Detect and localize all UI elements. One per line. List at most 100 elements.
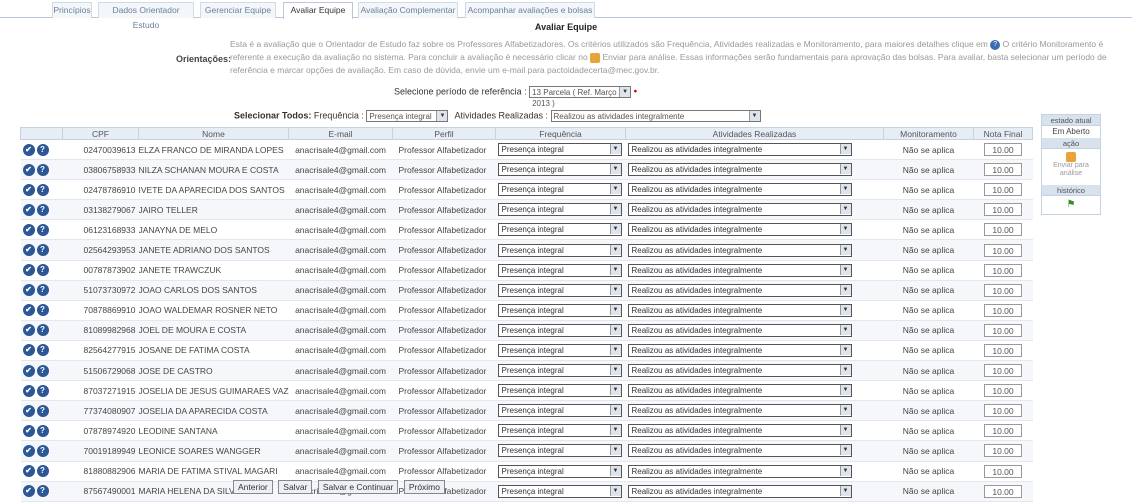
- frequencia-select[interactable]: Presença integral ▼: [497, 364, 622, 378]
- check-icon[interactable]: ✔: [22, 264, 35, 277]
- nota-field[interactable]: 10.00: [984, 283, 1022, 297]
- help-icon[interactable]: ?: [36, 264, 49, 277]
- check-icon[interactable]: ✔: [22, 344, 35, 357]
- help-icon[interactable]: ?: [36, 485, 49, 498]
- atividades-select[interactable]: Realizou as atividades integralmente ▼: [627, 203, 852, 217]
- frequencia-select[interactable]: Presença integral ▼: [497, 343, 622, 357]
- nota-field[interactable]: 10.00: [984, 444, 1022, 458]
- atividades-all-select[interactable]: Realizou as atividades integralmente ▼: [550, 110, 761, 122]
- tab-gerenciar-equipe[interactable]: Gerenciar Equipe: [200, 2, 276, 18]
- frequencia-select[interactable]: Presença integral ▼: [497, 263, 622, 277]
- frequencia-select[interactable]: Presença integral ▼: [497, 323, 622, 337]
- help-icon[interactable]: ?: [36, 284, 49, 297]
- help-icon[interactable]: ?: [36, 223, 49, 236]
- help-icon[interactable]: ?: [36, 143, 49, 156]
- help-icon[interactable]: ?: [36, 304, 49, 317]
- salvar-button[interactable]: Salvar: [278, 480, 313, 494]
- periodo-select[interactable]: 13 Parcela ( Ref. Março / 2013 ) ▼: [529, 86, 632, 108]
- help-icon[interactable]: ?: [36, 404, 49, 417]
- frequencia-select[interactable]: Presença integral ▼: [497, 464, 622, 478]
- atividades-select[interactable]: Realizou as atividades integralmente ▼: [627, 384, 852, 398]
- frequencia-select[interactable]: Presença integral ▼: [497, 424, 622, 438]
- help-icon[interactable]: ?: [36, 203, 49, 216]
- check-icon[interactable]: ✔: [22, 324, 35, 337]
- frequencia-select[interactable]: Presença integral ▼: [497, 203, 622, 217]
- nota-field[interactable]: 10.00: [984, 183, 1022, 197]
- tab-avaliar-equipe[interactable]: Avaliar Equipe: [283, 2, 353, 19]
- nota-field[interactable]: 10.00: [984, 464, 1022, 478]
- check-icon[interactable]: ✔: [22, 143, 35, 156]
- frequencia-select[interactable]: Presença integral ▼: [497, 143, 622, 157]
- nota-field[interactable]: 10.00: [984, 303, 1022, 317]
- frequencia-select[interactable]: Presença integral ▼: [497, 223, 622, 237]
- atividades-select[interactable]: Realizou as atividades integralmente ▼: [627, 163, 852, 177]
- frequencia-select[interactable]: Presença integral ▼: [497, 384, 622, 398]
- atividades-select[interactable]: Realizou as atividades integralmente ▼: [627, 323, 852, 337]
- tab-acompanhar-avaliacoes[interactable]: Acompanhar avaliações e bolsas: [465, 2, 595, 18]
- tab-dados-orientador[interactable]: Dados Orientador Estudo: [98, 2, 194, 30]
- atividades-select[interactable]: Realizou as atividades integralmente ▼: [627, 343, 852, 357]
- check-icon[interactable]: ✔: [22, 485, 35, 498]
- nota-field[interactable]: 10.00: [984, 163, 1022, 177]
- atividades-select[interactable]: Realizou as atividades integralmente ▼: [627, 444, 852, 458]
- salvar-continuar-button[interactable]: Salvar e Continuar: [317, 480, 399, 494]
- check-icon[interactable]: ✔: [22, 304, 35, 317]
- check-icon[interactable]: ✔: [22, 364, 35, 377]
- anterior-button[interactable]: Anterior: [233, 480, 273, 494]
- help-icon[interactable]: ?: [36, 163, 49, 176]
- atividades-select[interactable]: Realizou as atividades integralmente ▼: [627, 424, 852, 438]
- frequencia-select[interactable]: Presença integral ▼: [497, 404, 622, 418]
- help-icon[interactable]: ?: [36, 183, 49, 196]
- atividades-select[interactable]: Realizou as atividades integralmente ▼: [627, 303, 852, 317]
- frequencia-select[interactable]: Presença integral ▼: [497, 243, 622, 257]
- atividades-select[interactable]: Realizou as atividades integralmente ▼: [627, 243, 852, 257]
- proximo-button[interactable]: Próximo: [403, 480, 445, 494]
- enviar-analise-button[interactable]: Enviar para análise: [1042, 149, 1100, 185]
- atividades-select[interactable]: Realizou as atividades integralmente ▼: [627, 283, 852, 297]
- tab-principios[interactable]: Princípios: [52, 2, 92, 18]
- atividades-select[interactable]: Realizou as atividades integralmente ▼: [627, 263, 852, 277]
- nota-field[interactable]: 10.00: [984, 384, 1022, 398]
- help-icon[interactable]: ?: [36, 384, 49, 397]
- help-icon[interactable]: ?: [36, 324, 49, 337]
- check-icon[interactable]: ✔: [22, 465, 35, 478]
- check-icon[interactable]: ✔: [22, 163, 35, 176]
- help-icon[interactable]: ?: [36, 344, 49, 357]
- check-icon[interactable]: ✔: [22, 244, 35, 257]
- check-icon[interactable]: ✔: [22, 284, 35, 297]
- frequencia-select[interactable]: Presença integral ▼: [497, 183, 622, 197]
- help-icon[interactable]: ?: [36, 424, 49, 437]
- atividades-select[interactable]: Realizou as atividades integralmente ▼: [627, 404, 852, 418]
- atividades-select[interactable]: Realizou as atividades integralmente ▼: [627, 364, 852, 378]
- check-icon[interactable]: ✔: [22, 444, 35, 457]
- history-flag-icon[interactable]: ⚑: [1042, 196, 1100, 214]
- help-icon[interactable]: ?: [36, 364, 49, 377]
- check-icon[interactable]: ✔: [22, 183, 35, 196]
- nota-field[interactable]: 10.00: [984, 203, 1022, 217]
- nota-field[interactable]: 10.00: [984, 404, 1022, 418]
- nota-field[interactable]: 10.00: [984, 223, 1022, 237]
- check-icon[interactable]: ✔: [22, 203, 35, 216]
- nota-field[interactable]: 10.00: [984, 243, 1022, 257]
- nota-field[interactable]: 10.00: [984, 343, 1022, 357]
- atividades-select[interactable]: Realizou as atividades integralmente ▼: [627, 143, 852, 157]
- nota-field[interactable]: 10.00: [984, 364, 1022, 378]
- help-icon[interactable]: ?: [36, 244, 49, 257]
- check-icon[interactable]: ✔: [22, 404, 35, 417]
- frequencia-select[interactable]: Presença integral ▼: [497, 303, 622, 317]
- help-icon[interactable]: ?: [36, 465, 49, 478]
- tab-avaliacao-complementar[interactable]: Avaliação Complementar: [358, 2, 458, 18]
- atividades-select[interactable]: Realizou as atividades integralmente ▼: [627, 223, 852, 237]
- check-icon[interactable]: ✔: [22, 384, 35, 397]
- nota-field[interactable]: 10.00: [984, 424, 1022, 438]
- nota-field[interactable]: 10.00: [984, 263, 1022, 277]
- help-icon[interactable]: ?: [990, 39, 1001, 50]
- frequencia-select[interactable]: Presença integral ▼: [497, 444, 622, 458]
- frequencia-select[interactable]: Presença integral ▼: [497, 283, 622, 297]
- atividades-select[interactable]: Realizou as atividades integralmente ▼: [627, 464, 852, 478]
- frequencia-all-select[interactable]: Presença integral ▼: [366, 110, 449, 122]
- nota-field[interactable]: 10.00: [984, 143, 1022, 157]
- nota-field[interactable]: 10.00: [984, 323, 1022, 337]
- check-icon[interactable]: ✔: [22, 223, 35, 236]
- check-icon[interactable]: ✔: [22, 424, 35, 437]
